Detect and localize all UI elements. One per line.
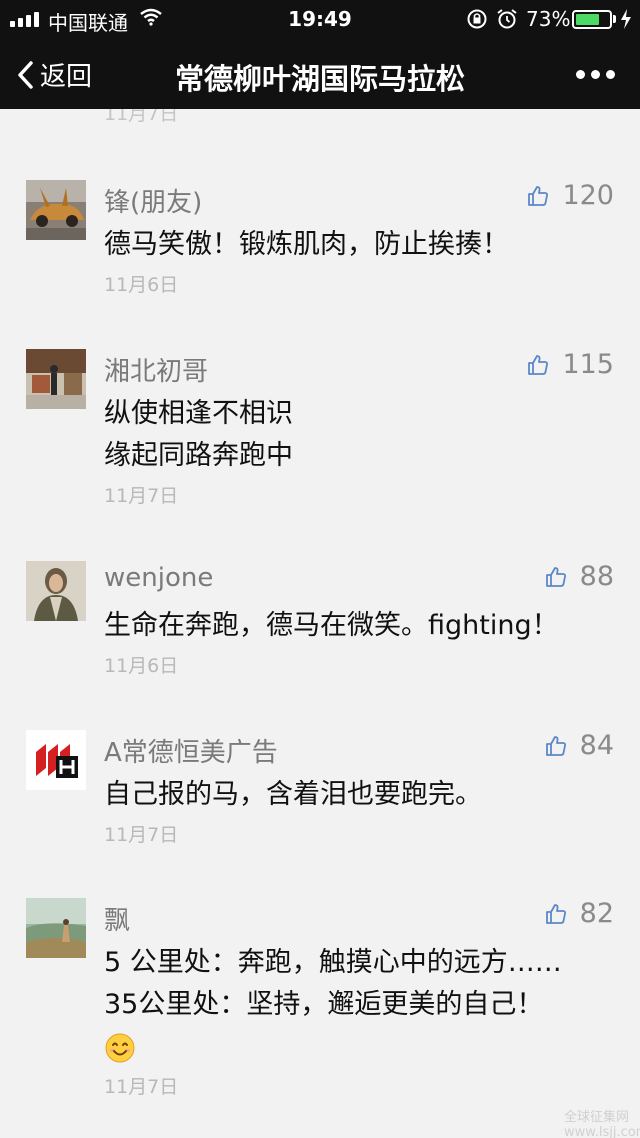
- comment-text: 纵使相逢不相识 缘起同路奔跑中: [104, 393, 293, 477]
- comment-date: 11月6日: [104, 274, 179, 296]
- comment-line: 35公里处：坚持，邂逅更美的自己！: [104, 989, 544, 1020]
- nature-avatar[interactable]: [26, 898, 86, 958]
- comment-line: 德马笑傲！锻炼肌肉，防止挨揍！: [104, 229, 509, 260]
- comment-line: 缘起同路奔跑中: [104, 440, 293, 471]
- like-button[interactable]: 115: [526, 349, 614, 380]
- watermark: 全球征集网 www.lsjj.com: [564, 1110, 640, 1138]
- alarm-icon: [497, 9, 517, 29]
- comment-line: [104, 1026, 562, 1068]
- comment-nickname: 湘北初哥: [104, 357, 209, 387]
- like-button[interactable]: 82: [544, 898, 614, 929]
- like-count: 120: [562, 180, 614, 211]
- comment-nickname: wenjone: [104, 563, 214, 593]
- battery-tip: [613, 15, 616, 23]
- comment-nickname: 锋(朋友): [104, 188, 203, 218]
- comment-line: 生命在奔跑，德马在微笑。fighting！: [104, 610, 559, 641]
- status-bar: 中国联通 19:49 73%: [0, 0, 640, 40]
- comment-line: 5 公里处：奔跑，触摸心中的远方……: [104, 947, 562, 978]
- comment-date: 11月7日: [104, 824, 179, 846]
- comment-text: 生命在奔跑，德马在微笑。fighting！: [104, 605, 559, 647]
- like-button[interactable]: 88: [544, 561, 614, 592]
- portrait-avatar[interactable]: [26, 561, 86, 621]
- comment-date: 11月7日: [104, 1076, 179, 1098]
- like-button[interactable]: 84: [544, 730, 614, 761]
- comment-date: 11月7日: [104, 485, 179, 507]
- comment-nickname: 飘: [104, 906, 131, 936]
- battery-icon: [572, 10, 612, 29]
- battery-percentage: 73%: [526, 7, 571, 31]
- comment-date: 11月7日: [104, 109, 179, 125]
- thumbs-up-icon: [528, 185, 549, 206]
- thumbs-up-icon: [528, 354, 549, 375]
- thumbs-up-icon: [545, 735, 566, 756]
- smile-emoji-icon: [105, 1033, 135, 1062]
- comment-list: 11月7日 锋(朋友) 120 德马笑傲！锻炼肌肉，防止挨揍！ 11月6日 湘北…: [0, 109, 640, 1138]
- comment-text: 德马笑傲！锻炼肌肉，防止挨揍！: [104, 224, 509, 266]
- more-options-icon[interactable]: [576, 62, 620, 86]
- thumbs-up-icon: [545, 903, 566, 924]
- comment-date: 11月6日: [104, 655, 179, 677]
- comment-text: 自己报的马，含着泪也要跑完。: [104, 774, 482, 816]
- like-count: 84: [579, 730, 614, 761]
- thumbs-up-icon: [545, 566, 566, 587]
- car-avatar[interactable]: [26, 180, 86, 240]
- comment-nickname: A常德恒美广告: [104, 738, 278, 768]
- like-count: 82: [579, 898, 614, 929]
- rotation-lock-icon: [467, 9, 487, 29]
- comment-line: 自己报的马，含着泪也要跑完。: [104, 779, 482, 810]
- charging-bolt-icon: [621, 9, 631, 29]
- navigation-bar: 返回 常德柳叶湖国际马拉松: [0, 40, 640, 109]
- like-button[interactable]: 120: [526, 180, 614, 211]
- logo-avatar[interactable]: [26, 730, 86, 790]
- like-count: 115: [562, 349, 614, 380]
- person-avatar[interactable]: [26, 349, 86, 409]
- comment-text: 5 公里处：奔跑，触摸心中的远方…… 35公里处：坚持，邂逅更美的自己！: [104, 942, 562, 1068]
- page-title: 常德柳叶湖国际马拉松: [174, 62, 465, 96]
- like-count: 88: [579, 561, 614, 592]
- comment-line: 纵使相逢不相识: [104, 398, 293, 429]
